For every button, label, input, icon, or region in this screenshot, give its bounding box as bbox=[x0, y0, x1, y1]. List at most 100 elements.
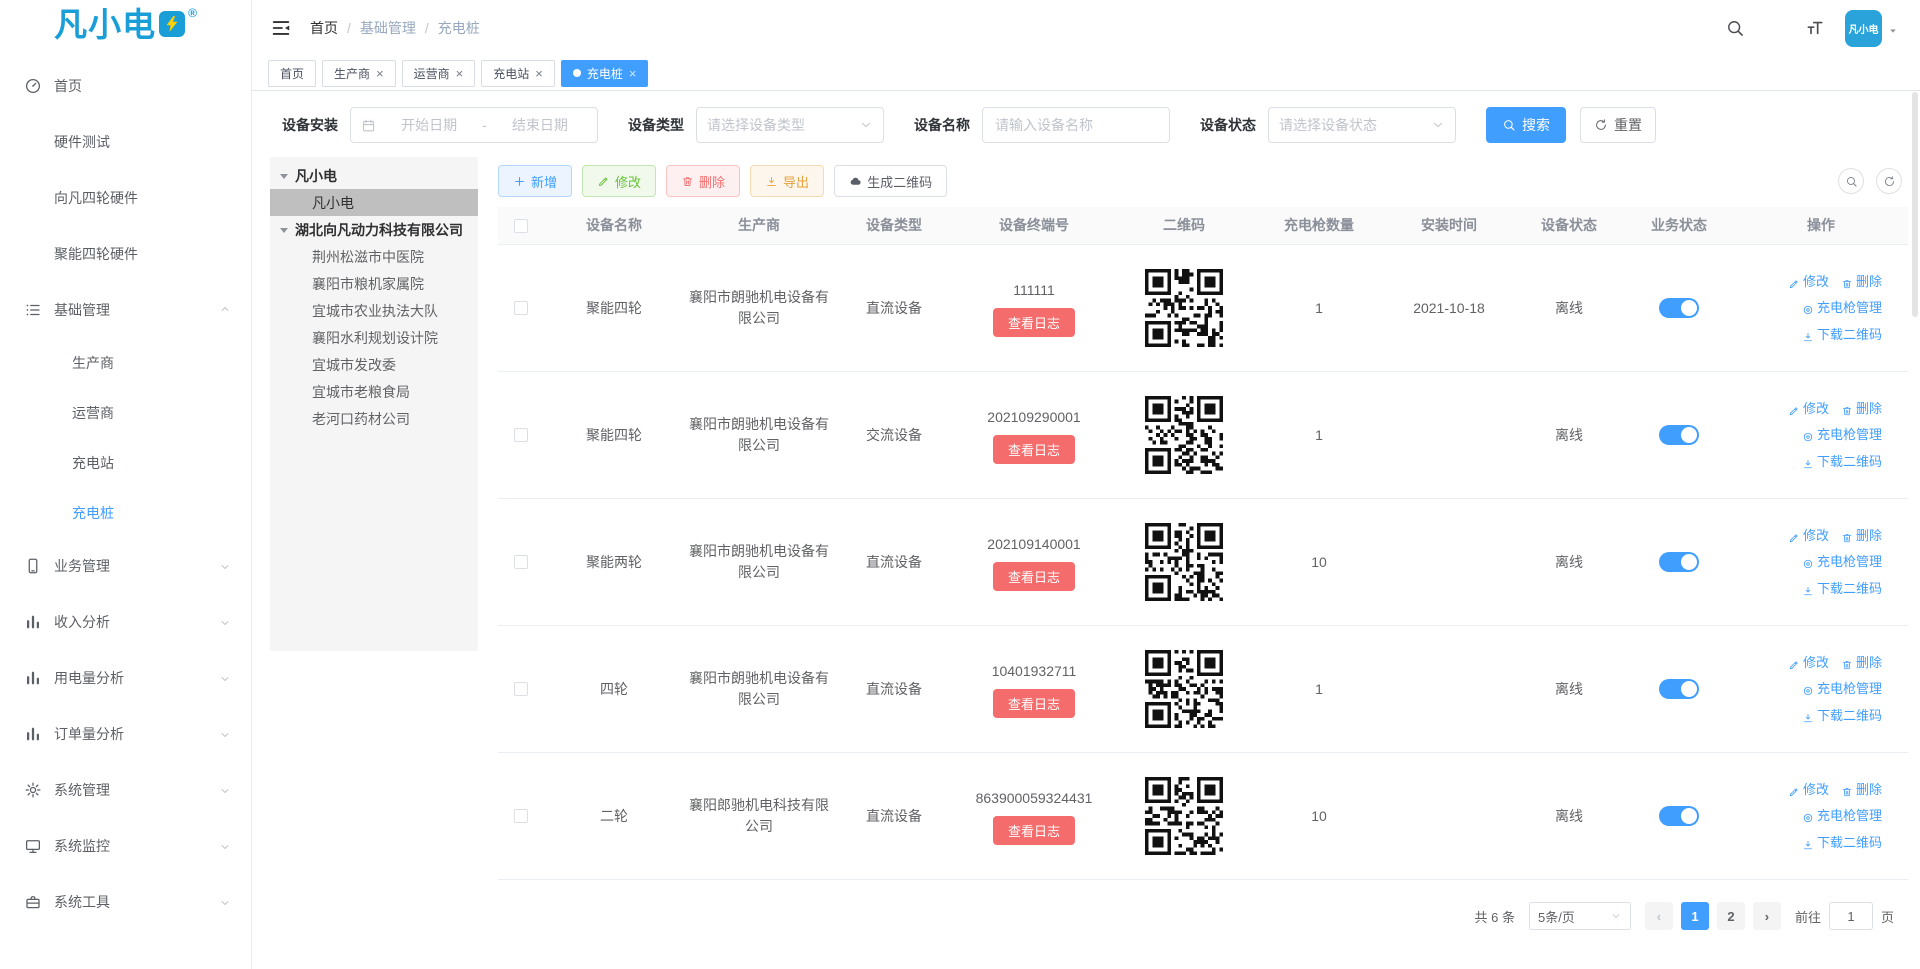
sidebar-item[interactable]: 运营商 bbox=[0, 388, 251, 438]
table-refresh-icon[interactable] bbox=[1876, 168, 1902, 194]
breadcrumb-home[interactable]: 首页 bbox=[310, 18, 338, 38]
sidebar-item[interactable]: 系统管理 bbox=[0, 762, 251, 818]
page-size-select[interactable]: 5条/页 bbox=[1529, 902, 1631, 930]
tab[interactable]: 运营商 × bbox=[402, 60, 476, 87]
tree-node[interactable]: 宜城市农业执法大队 bbox=[270, 297, 478, 324]
delete-link[interactable]: 删除 bbox=[1841, 272, 1882, 292]
tree-node[interactable]: 宜城市老粮食局 bbox=[270, 378, 478, 405]
close-icon[interactable]: × bbox=[376, 67, 384, 80]
download-qr-link[interactable]: 下载二维码 bbox=[1802, 579, 1882, 599]
view-log-button[interactable]: 查看日志 bbox=[993, 562, 1075, 591]
row-checkbox[interactable] bbox=[514, 301, 528, 315]
tab[interactable]: 充电桩 × bbox=[561, 60, 649, 87]
edit-link[interactable]: 修改 bbox=[1788, 526, 1829, 546]
tree-node[interactable]: 湖北向凡动力科技有限公司 bbox=[270, 216, 478, 243]
gun-manage-link[interactable]: 充电枪管理 bbox=[1802, 425, 1882, 445]
delete-link[interactable]: 删除 bbox=[1841, 399, 1882, 419]
delete-link[interactable]: 删除 bbox=[1841, 526, 1882, 546]
download-qr-link[interactable]: 下载二维码 bbox=[1802, 325, 1882, 345]
date-end-placeholder[interactable]: 结束日期 bbox=[493, 115, 587, 135]
search-icon[interactable] bbox=[1725, 18, 1745, 38]
tree-node[interactable]: 荆州松滋市中医院 bbox=[270, 243, 478, 270]
view-log-button[interactable]: 查看日志 bbox=[993, 816, 1075, 845]
edit-button[interactable]: 修改 bbox=[582, 165, 656, 197]
delete-link[interactable]: 删除 bbox=[1841, 653, 1882, 673]
caret-down-icon[interactable] bbox=[280, 228, 288, 237]
caret-down-icon[interactable] bbox=[280, 174, 288, 183]
row-checkbox[interactable] bbox=[514, 809, 528, 823]
edit-link[interactable]: 修改 bbox=[1788, 780, 1829, 800]
prev-page-button[interactable]: ‹ bbox=[1645, 902, 1673, 930]
business-status-toggle[interactable] bbox=[1659, 806, 1699, 826]
export-button[interactable]: 导出 bbox=[750, 165, 824, 197]
business-status-toggle[interactable] bbox=[1659, 679, 1699, 699]
sidebar-item[interactable]: 基础管理 bbox=[0, 282, 251, 338]
tree-node[interactable]: 老河口药材公司 bbox=[270, 405, 478, 432]
sidebar-item[interactable]: 业务管理 bbox=[0, 538, 251, 594]
tab[interactable]: 生产商 × bbox=[322, 60, 396, 87]
view-log-button[interactable]: 查看日志 bbox=[993, 435, 1075, 464]
close-icon[interactable]: × bbox=[535, 67, 543, 80]
reset-button[interactable]: 重置 bbox=[1580, 107, 1656, 143]
delete-button[interactable]: 删除 bbox=[666, 165, 740, 197]
edit-link[interactable]: 修改 bbox=[1788, 399, 1829, 419]
device-name-input[interactable] bbox=[982, 107, 1170, 143]
tab[interactable]: 首页 bbox=[268, 60, 316, 87]
tree-node[interactable]: 襄阳市粮机家属院 bbox=[270, 270, 478, 297]
sidebar-item[interactable]: 充电桩 bbox=[0, 488, 251, 538]
install-date-range-input[interactable]: 开始日期 - 结束日期 bbox=[350, 107, 598, 143]
business-status-toggle[interactable] bbox=[1659, 552, 1699, 572]
download-qr-link[interactable]: 下载二维码 bbox=[1802, 452, 1882, 472]
sidebar-item[interactable]: 订单量分析 bbox=[0, 706, 251, 762]
page-number-button[interactable]: 2 bbox=[1717, 902, 1745, 930]
font-size-icon[interactable] bbox=[1805, 18, 1825, 38]
view-log-button[interactable]: 查看日志 bbox=[993, 689, 1075, 718]
sidebar-fold-icon[interactable] bbox=[270, 17, 292, 39]
scrollbar-thumb[interactable] bbox=[1912, 92, 1918, 317]
row-checkbox[interactable] bbox=[514, 682, 528, 696]
sidebar-item[interactable]: 用电量分析 bbox=[0, 650, 251, 706]
select-all-checkbox[interactable] bbox=[514, 219, 528, 233]
sidebar-item[interactable]: 向凡四轮硬件 bbox=[0, 170, 251, 226]
date-start-placeholder[interactable]: 开始日期 bbox=[382, 115, 476, 135]
generate-qr-button[interactable]: 生成二维码 bbox=[834, 165, 947, 197]
close-icon[interactable]: × bbox=[629, 67, 637, 80]
tree-node[interactable]: 凡小电 bbox=[270, 162, 478, 189]
add-button[interactable]: 新增 bbox=[498, 165, 572, 197]
row-checkbox[interactable] bbox=[514, 428, 528, 442]
gun-manage-link[interactable]: 充电枪管理 bbox=[1802, 679, 1882, 699]
fullscreen-icon[interactable] bbox=[1765, 18, 1785, 38]
sidebar-item[interactable]: 系统监控 bbox=[0, 818, 251, 874]
delete-link[interactable]: 删除 bbox=[1841, 780, 1882, 800]
user-menu[interactable]: 凡小电 bbox=[1845, 10, 1898, 47]
goto-page-input[interactable] bbox=[1829, 902, 1873, 930]
brand-logo[interactable]: 凡小电 ® bbox=[0, 0, 251, 58]
tree-node[interactable]: 凡小电 bbox=[270, 189, 478, 216]
sidebar-item[interactable]: 生产商 bbox=[0, 338, 251, 388]
business-status-toggle[interactable] bbox=[1659, 425, 1699, 445]
sidebar-item[interactable]: 充电站 bbox=[0, 438, 251, 488]
page-number-button[interactable]: 1 bbox=[1681, 902, 1709, 930]
gun-manage-link[interactable]: 充电枪管理 bbox=[1802, 298, 1882, 318]
sidebar-item[interactable]: 收入分析 bbox=[0, 594, 251, 650]
sidebar-item[interactable]: 聚能四轮硬件 bbox=[0, 226, 251, 282]
table-search-icon[interactable] bbox=[1838, 168, 1864, 194]
business-status-toggle[interactable] bbox=[1659, 298, 1699, 318]
sidebar-item[interactable]: 硬件测试 bbox=[0, 114, 251, 170]
view-log-button[interactable]: 查看日志 bbox=[993, 308, 1075, 337]
download-qr-link[interactable]: 下载二维码 bbox=[1802, 706, 1882, 726]
device-status-select[interactable]: 请选择设备状态 bbox=[1268, 107, 1456, 143]
close-icon[interactable]: × bbox=[456, 67, 464, 80]
gun-manage-link[interactable]: 充电枪管理 bbox=[1802, 552, 1882, 572]
tab[interactable]: 充电站 × bbox=[481, 60, 555, 87]
sidebar-item[interactable]: 系统工具 bbox=[0, 874, 251, 930]
edit-link[interactable]: 修改 bbox=[1788, 653, 1829, 673]
sidebar-item[interactable]: 首页 bbox=[0, 58, 251, 114]
gun-manage-link[interactable]: 充电枪管理 bbox=[1802, 806, 1882, 826]
device-type-select[interactable]: 请选择设备类型 bbox=[696, 107, 884, 143]
next-page-button[interactable]: › bbox=[1753, 902, 1781, 930]
search-button[interactable]: 搜索 bbox=[1486, 107, 1566, 143]
download-qr-link[interactable]: 下载二维码 bbox=[1802, 833, 1882, 853]
row-checkbox[interactable] bbox=[514, 555, 528, 569]
edit-link[interactable]: 修改 bbox=[1788, 272, 1829, 292]
